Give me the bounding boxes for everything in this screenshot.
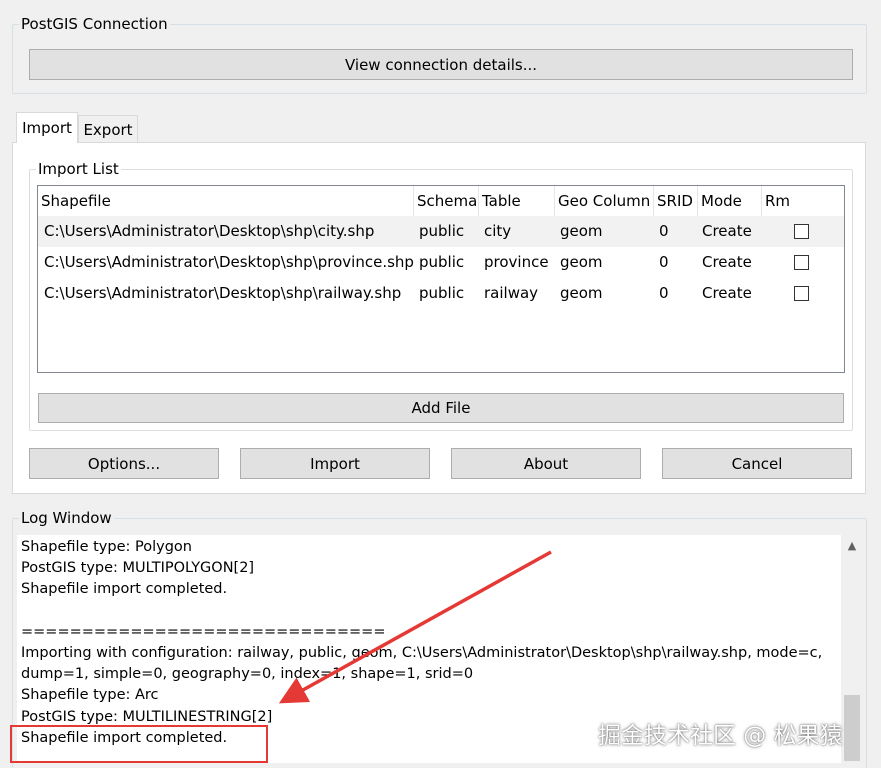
watermark: 掘金技术社区 @ 松果猿	[598, 723, 843, 749]
annotation-arrow-icon	[278, 550, 552, 704]
